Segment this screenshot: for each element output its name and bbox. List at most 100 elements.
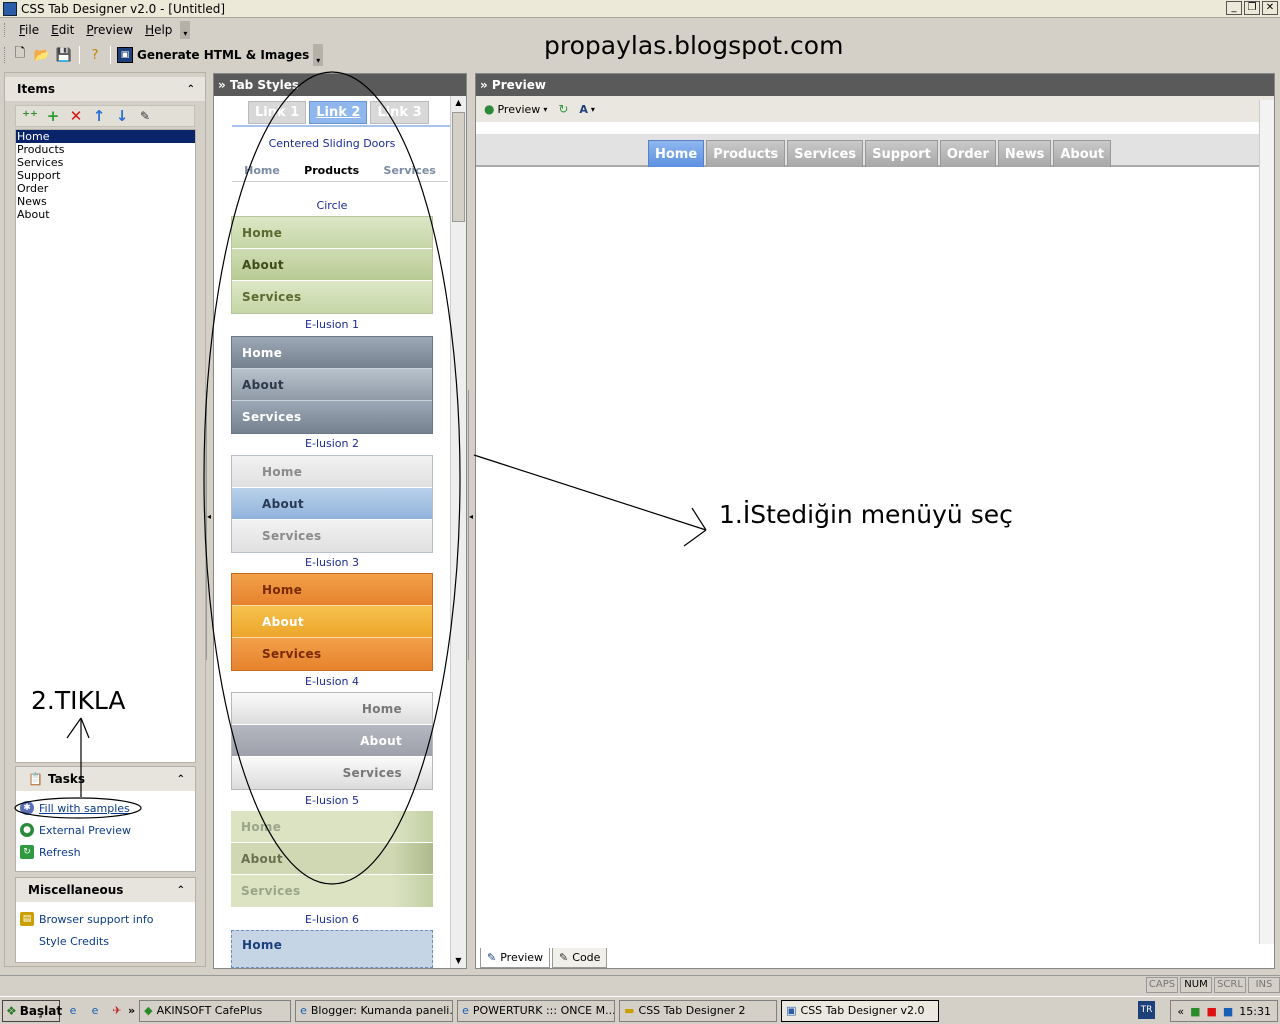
browser-quicklaunch-icon[interactable]: e [86, 1002, 104, 1020]
tray-app-icon[interactable]: ■ [1223, 1005, 1233, 1018]
menu-file[interactable]: File [13, 23, 45, 37]
taskbar-item-active[interactable]: ▣ CSS Tab Designer v2.0 [781, 999, 940, 1022]
elusion-4-sample[interactable]: Home About Services [231, 573, 433, 671]
preview-tab[interactable]: Services [787, 140, 864, 167]
collapse-icon[interactable]: ⌃ [187, 84, 195, 95]
preview-tab[interactable]: About [1053, 140, 1112, 167]
elusion-3-sample[interactable]: Home About Services [231, 455, 433, 553]
taskbar-item[interactable]: ▬ CSS Tab Designer 2 [619, 999, 778, 1022]
list-item[interactable]: Services [16, 156, 195, 169]
preview-tab[interactable]: News [997, 140, 1052, 167]
browser-support-label: Browser support info [39, 912, 154, 926]
next-style-sample[interactable]: Home [231, 930, 433, 968]
tray-expand-icon[interactable]: « [1177, 1005, 1184, 1018]
misc-header[interactable]: Miscellaneous ⌃ [16, 878, 195, 902]
delete-item-icon[interactable]: ✕ [66, 107, 86, 125]
scroll-thumb[interactable] [452, 112, 465, 222]
splitter-arrow-icon[interactable]: ◂ [469, 512, 473, 521]
tab-styles-scrollbar[interactable]: ▲ ▼ [450, 96, 466, 968]
scroll-down-icon[interactable]: ▼ [451, 954, 466, 968]
tasks-header[interactable]: 📋 Tasks ⌃ [16, 767, 195, 791]
app-quicklaunch-icon[interactable]: ✈ [108, 1002, 126, 1020]
preview-tab[interactable]: Order [939, 140, 996, 167]
elusion-5-sample[interactable]: Home About Services [231, 692, 433, 790]
generate-icon: ▣ [117, 47, 133, 63]
misc-title: Miscellaneous [28, 883, 124, 897]
num-indicator: NUM [1180, 977, 1212, 993]
left-splitter[interactable]: ◂ [206, 390, 212, 660]
style-caption: E-lusion 1 [305, 318, 359, 331]
right-splitter[interactable]: ◂ [468, 390, 474, 660]
list-item[interactable]: About [16, 208, 195, 221]
list-item[interactable]: Home [16, 130, 195, 143]
window-title: CSS Tab Designer v2.0 - [Untitled] [21, 1, 226, 16]
move-down-icon[interactable]: ↓ [112, 107, 132, 125]
elusion-2-sample[interactable]: Home About Services [231, 336, 433, 434]
list-item[interactable]: News [16, 195, 195, 208]
preview-icon: ✎ [487, 951, 497, 964]
ie-quicklaunch-icon[interactable]: e [64, 1002, 82, 1020]
add-multiple-icon[interactable]: ⁺⁺ [20, 107, 40, 125]
taskbar-item[interactable]: ◆ AKINSOFT CafePlus [139, 999, 292, 1022]
tab-preview[interactable]: ✎ Preview [480, 948, 551, 968]
generate-html-button[interactable]: ▣ Generate HTML & Images [117, 47, 309, 63]
scroll-up-icon[interactable]: ▲ [451, 96, 466, 110]
minimize-button[interactable]: _ [1226, 1, 1242, 15]
menu-edit[interactable]: Edit [45, 23, 80, 37]
menu-overflow-chevron-icon[interactable]: ▾ [180, 21, 191, 39]
refresh-preview-button[interactable]: ↻ [558, 102, 571, 116]
preview-bottom-tabs: ✎ Preview ✎ Code [480, 948, 608, 968]
elusion-6-sample[interactable]: Home About Services [231, 811, 433, 907]
tray-network-icon[interactable]: ■ [1190, 1005, 1200, 1018]
quicklaunch-more-icon[interactable]: » [128, 1004, 135, 1017]
edit-item-icon[interactable]: ✎ [135, 107, 155, 125]
list-item[interactable]: Order [16, 182, 195, 195]
taskbar: ❖ Başlat e e ✈ » ◆ AKINSOFT CafePlus e B… [0, 996, 1280, 1024]
collapse-icon[interactable]: ⌃ [177, 774, 185, 785]
toolbar-overflow-chevron-icon[interactable]: ▾ [313, 44, 324, 66]
style-caption: E-lusion 6 [305, 913, 359, 926]
style-credits-link[interactable]: Style Credits [16, 930, 195, 952]
sliding-doors-sample[interactable]: Link 1 Link 2 Link 3 [232, 101, 452, 127]
splitter-arrow-icon[interactable]: ◂ [207, 512, 211, 521]
tab-styles-panel: » Tab Styles Link 1 Link 2 Link 3 Center… [213, 73, 467, 969]
list-item[interactable]: Products [16, 143, 195, 156]
taskbar-item[interactable]: e POWERTURK ::: ONCE M... [457, 999, 616, 1022]
items-header[interactable]: Items ⌃ [5, 77, 205, 101]
collapse-icon[interactable]: ⌃ [177, 885, 185, 896]
preview-tab[interactable]: Home [648, 140, 705, 167]
save-icon[interactable]: 💾 [55, 46, 73, 64]
title-bar: CSS Tab Designer v2.0 - [Untitled] _ ❐ ✕ [0, 0, 1280, 18]
style-credits-label: Style Credits [39, 934, 109, 948]
font-size-button[interactable]: A ▾ [579, 103, 598, 116]
restore-button[interactable]: ❐ [1244, 1, 1260, 15]
circle-sample[interactable]: Home Products Services [232, 160, 448, 182]
preview-tab[interactable]: Products [706, 140, 786, 167]
open-folder-icon[interactable]: 📂 [33, 46, 51, 64]
new-document-icon[interactable]: 🗋 [11, 46, 29, 64]
preview-scrollbar[interactable] [1259, 100, 1274, 944]
tray-security-icon[interactable]: ■ [1206, 1005, 1216, 1018]
preview-dropdown-button[interactable]: ● Preview ▾ [484, 102, 550, 116]
refresh-link[interactable]: ↻ Refresh [16, 841, 195, 863]
start-button[interactable]: ❖ Başlat [2, 999, 63, 1022]
help-icon[interactable]: ? [86, 46, 104, 64]
menu-help[interactable]: Help [139, 23, 178, 37]
language-indicator[interactable]: TR [1138, 1001, 1155, 1019]
start-label: Başlat [19, 1003, 63, 1018]
move-up-icon[interactable]: ↑ [89, 107, 109, 125]
menu-preview[interactable]: Preview [80, 23, 139, 37]
elusion-1-sample[interactable]: Home About Services [231, 216, 433, 314]
preview-tab[interactable]: Support [865, 140, 938, 167]
clock[interactable]: 15:31 [1239, 1005, 1271, 1018]
sample-row: Services [232, 520, 432, 552]
fill-with-samples-link[interactable]: ✱ Fill with samples [16, 797, 195, 819]
browser-support-link[interactable]: ▤ Browser support info [16, 908, 195, 930]
add-item-icon[interactable]: + [43, 107, 63, 125]
list-item[interactable]: Support [16, 169, 195, 182]
tab-code[interactable]: ✎ Code [552, 948, 608, 968]
taskbar-item[interactable]: e Blogger: Kumanda paneli... [295, 999, 454, 1022]
items-list[interactable]: Home Products Services Support Order New… [15, 129, 196, 763]
external-preview-link[interactable]: ● External Preview [16, 819, 195, 841]
close-button[interactable]: ✕ [1262, 1, 1278, 15]
